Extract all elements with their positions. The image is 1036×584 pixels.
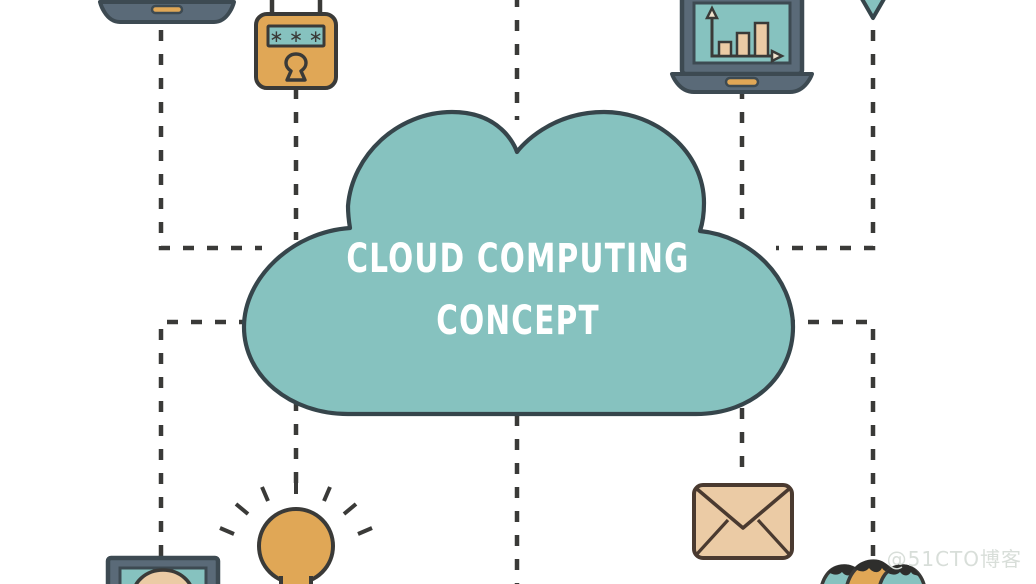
chart-bar-1 (717, 40, 733, 58)
map-pin-tip (860, 0, 886, 20)
envelope-icon (692, 483, 794, 560)
lightbulb-icon (219, 478, 373, 584)
chart-bar-3 (753, 21, 770, 58)
padlock-icon: ∗ ∗ ∗ (254, 0, 338, 90)
cloud (241, 109, 796, 417)
monitor-user-icon (105, 555, 221, 584)
envelope-body (692, 483, 794, 560)
connector-left-top (158, 30, 262, 251)
laptop-trackpad (150, 4, 184, 15)
chart-laptop-trackpad (724, 76, 760, 88)
padlock-password-dots: ∗ ∗ ∗ (269, 27, 323, 47)
cloud-shape (241, 109, 796, 417)
lightbulb-base (279, 576, 313, 584)
laptop-chart-icon (670, 0, 814, 94)
users-group-icon (820, 559, 926, 584)
diagram-canvas: ∗ ∗ ∗ (98, 0, 926, 584)
chart-bar-2 (735, 31, 751, 58)
laptop-icon (98, 0, 236, 24)
cloud-computing-infographic: ∗ ∗ ∗ CLOUD COMPUTING CONCEPT @51CTO博客 (0, 0, 1036, 584)
lightbulb-glass (257, 507, 335, 584)
map-pin-icon (860, 0, 886, 20)
